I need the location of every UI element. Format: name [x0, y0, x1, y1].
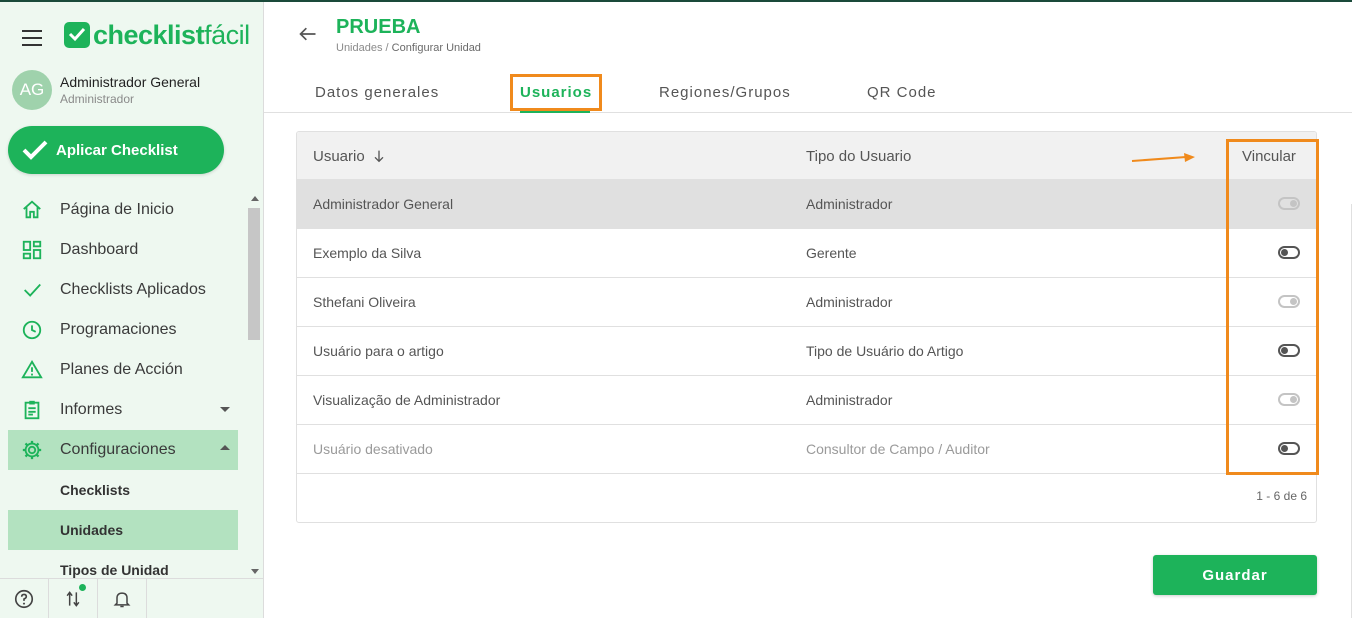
- warning-icon: [20, 358, 44, 382]
- sync-status-dot: [79, 584, 86, 591]
- column-header-usuario[interactable]: Usuario: [313, 132, 387, 180]
- user-name: Administrador General: [60, 74, 201, 90]
- sidebar-footer: [0, 578, 263, 618]
- cell-type: Administrador: [806, 392, 893, 408]
- cell-type: Consultor de Campo / Auditor: [806, 441, 990, 457]
- chevron-down-icon: [220, 407, 230, 412]
- sort-arrow-down-icon: [374, 150, 384, 163]
- content-area: Usuario Tipo do Usuario Vincular Adminis…: [264, 114, 1352, 618]
- table-row: Sthefani Oliveira Administrador: [297, 278, 1316, 327]
- sidebar-item-label: Checklists Aplicados: [60, 281, 206, 298]
- sidebar-item-label: Configuraciones: [60, 441, 176, 458]
- home-icon: [20, 198, 44, 222]
- tab-regiones-grupos[interactable]: Regiones/Grupos: [659, 72, 791, 112]
- avatar: AG: [12, 70, 52, 110]
- sidebar-item-informes[interactable]: Informes: [8, 390, 238, 430]
- logo-check-icon: [64, 22, 90, 48]
- gear-icon: [20, 438, 44, 462]
- clock-icon: [20, 318, 44, 342]
- annotation-arrow-icon: [1131, 153, 1195, 162]
- sidebar-item-label: Planes de Acción: [60, 361, 183, 378]
- tab-datos-generales[interactable]: Datos generales: [315, 72, 439, 112]
- tab-highlight-box: [510, 74, 602, 111]
- sidebar-item-inicio[interactable]: Página de Inicio: [8, 190, 238, 230]
- cell-user: Exemplo da Silva: [313, 245, 422, 261]
- scrollbar-thumb[interactable]: [248, 208, 260, 340]
- sidebar-item-dashboard[interactable]: Dashboard: [8, 230, 238, 270]
- page-header: PRUEBA Unidades / Configurar Unidad Dato…: [264, 2, 1352, 113]
- check-icon: [20, 278, 44, 302]
- back-button[interactable]: [298, 24, 318, 49]
- sidebar-item-planes-accion[interactable]: Planes de Acción: [8, 350, 238, 390]
- cell-type: Administrador: [806, 294, 893, 310]
- cell-type: Administrador: [806, 196, 893, 212]
- scroll-down-icon[interactable]: [251, 569, 259, 574]
- sidebar-subitem-unidades[interactable]: Unidades: [8, 510, 238, 550]
- dashboard-icon: [20, 238, 44, 262]
- sidebar-item-label: Informes: [60, 401, 123, 418]
- breadcrumb: Unidades / Configurar Unidad: [336, 42, 481, 54]
- clipboard-icon: [20, 398, 44, 422]
- breadcrumb-root[interactable]: Unidades /: [336, 42, 389, 54]
- table-row: Usuário para o artigo Tipo de Usuário do…: [297, 327, 1316, 376]
- users-table-card: Usuario Tipo do Usuario Vincular Adminis…: [296, 131, 1317, 523]
- help-button[interactable]: [0, 579, 49, 618]
- sidebar-item-checklists-aplicados[interactable]: Checklists Aplicados: [8, 270, 238, 310]
- sidebar-subitem-checklists[interactable]: Checklists: [8, 470, 238, 510]
- user-role: Administrador: [60, 92, 135, 106]
- cell-user: Visualização de Administrador: [313, 392, 501, 408]
- table-row: Administrador General Administrador: [297, 180, 1316, 229]
- scroll-up-icon[interactable]: [251, 196, 259, 201]
- chevron-up-icon: [220, 445, 230, 450]
- apply-checklist-label: Aplicar Checklist: [56, 141, 178, 159]
- check-icon: [22, 140, 48, 160]
- page-title: PRUEBA: [336, 16, 421, 38]
- pagination-label: 1 - 6 de 6: [1256, 489, 1307, 503]
- sidebar-nav: Página de Inicio Dashboard Checklists Ap…: [8, 190, 238, 590]
- main-area: PRUEBA Unidades / Configurar Unidad Dato…: [264, 2, 1352, 618]
- apply-checklist-button[interactable]: Aplicar Checklist: [8, 126, 224, 174]
- breadcrumb-current: Configurar Unidad: [391, 42, 481, 54]
- table-row: Usuário desativado Consultor de Campo / …: [297, 425, 1316, 474]
- sidebar-item-configuraciones[interactable]: Configuraciones: [8, 430, 238, 470]
- table-row: Visualização de Administrador Administra…: [297, 376, 1316, 425]
- arrow-left-icon: [299, 27, 316, 41]
- help-icon: [14, 589, 34, 609]
- cell-user: Sthefani Oliveira: [313, 294, 416, 310]
- cell-user: Usuário desativado: [313, 441, 433, 457]
- user-profile[interactable]: AG Administrador General Administrador: [12, 70, 200, 110]
- cell-user: Usuário para o artigo: [313, 343, 444, 359]
- vincular-highlight-box: [1226, 139, 1319, 475]
- logo[interactable]: checklistfácil: [64, 18, 250, 52]
- cell-type: Tipo de Usuário do Artigo: [806, 343, 964, 359]
- sidebar: checklistfácil AG Administrador General …: [0, 2, 264, 618]
- bell-icon: [113, 592, 131, 608]
- sidebar-item-label: Página de Inicio: [60, 201, 174, 218]
- table-row: Exemplo da Silva Gerente: [297, 229, 1316, 278]
- cell-type: Gerente: [806, 245, 857, 261]
- sidebar-item-label: Dashboard: [60, 241, 139, 258]
- sidebar-item-programaciones[interactable]: Programaciones: [8, 310, 238, 350]
- sidebar-item-label: Programaciones: [60, 321, 177, 338]
- save-button[interactable]: Guardar: [1153, 555, 1317, 595]
- sync-button[interactable]: [49, 579, 98, 618]
- column-header-tipo[interactable]: Tipo do Usuario: [806, 132, 911, 180]
- tab-qr-code[interactable]: QR Code: [867, 72, 937, 112]
- logo-text: checklistfácil: [93, 19, 250, 50]
- menu-icon[interactable]: [22, 30, 42, 46]
- cell-user: Administrador General: [313, 196, 454, 212]
- notifications-button[interactable]: [98, 579, 147, 618]
- sync-arrows-icon: [66, 591, 80, 607]
- sidebar-scrollbar[interactable]: [247, 192, 262, 578]
